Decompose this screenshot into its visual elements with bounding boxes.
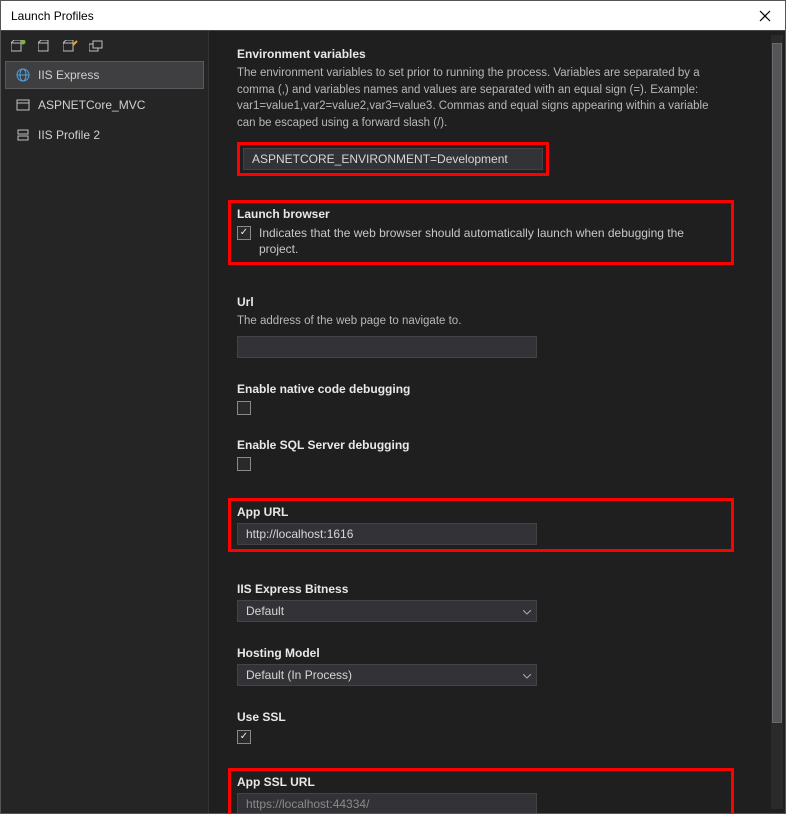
app-url-section: App URL <box>228 498 734 552</box>
profile-label: ASPNETCore_MVC <box>38 98 145 112</box>
window-title: Launch Profiles <box>11 9 94 23</box>
new-icon <box>11 40 27 52</box>
duplicate-profile-button[interactable] <box>89 39 105 53</box>
profile-label: IIS Express <box>38 68 99 82</box>
hosting-model-label: Hosting Model <box>237 646 725 660</box>
native-debug-checkbox[interactable] <box>237 401 251 415</box>
server-icon <box>16 128 30 142</box>
env-vars-label: Environment variables <box>237 47 725 61</box>
titlebar: Launch Profiles <box>1 1 785 31</box>
sql-debug-checkbox[interactable] <box>237 457 251 471</box>
rename-icon <box>63 40 79 52</box>
hosting-model-value: Default (In Process) <box>246 668 352 682</box>
close-button[interactable] <box>745 1 785 31</box>
native-debug-label: Enable native code debugging <box>237 382 725 396</box>
app-ssl-url-section: App SSL URL <box>228 768 734 813</box>
content-panel: Environment variables The environment va… <box>209 31 785 813</box>
app-url-input[interactable] <box>237 523 537 545</box>
sidebar: IIS Express ASPNETCore_MVC IIS Profile 2 <box>1 31 209 813</box>
app-url-label: App URL <box>237 505 725 519</box>
launch-profiles-dialog: Launch Profiles <box>0 0 786 814</box>
new-profile-button[interactable] <box>11 39 27 53</box>
launch-browser-desc: Indicates that the web browser should au… <box>259 225 725 259</box>
globe-icon <box>16 68 30 82</box>
launch-browser-checkbox[interactable] <box>237 226 251 240</box>
duplicate-icon <box>89 40 105 52</box>
sidebar-toolbar <box>5 35 204 61</box>
hosting-model-select[interactable]: Default (In Process) <box>237 664 537 686</box>
profile-label: IIS Profile 2 <box>38 128 100 142</box>
profile-iis-profile-2[interactable]: IIS Profile 2 <box>5 121 204 149</box>
sql-debug-label: Enable SQL Server debugging <box>237 438 725 452</box>
delete-profile-button[interactable] <box>37 39 53 53</box>
use-ssl-checkbox[interactable] <box>237 730 251 744</box>
project-icon <box>16 98 30 112</box>
iis-bitness-select[interactable]: Default <box>237 600 537 622</box>
hosting-model-section: Hosting Model Default (In Process) <box>237 646 725 686</box>
url-label: Url <box>237 295 725 309</box>
url-desc: The address of the web page to navigate … <box>237 313 725 330</box>
use-ssl-label: Use SSL <box>237 710 725 724</box>
sql-debug-section: Enable SQL Server debugging <box>237 438 725 474</box>
profile-aspnetcore-mvc[interactable]: ASPNETCore_MVC <box>5 91 204 119</box>
iis-bitness-section: IIS Express Bitness Default <box>237 582 725 622</box>
url-section: Url The address of the web page to navig… <box>237 295 725 358</box>
env-vars-input[interactable] <box>243 148 543 170</box>
profile-iis-express[interactable]: IIS Express <box>5 61 204 89</box>
launch-browser-label: Launch browser <box>237 207 725 221</box>
url-input[interactable] <box>237 336 537 358</box>
iis-bitness-value: Default <box>246 604 284 618</box>
scrollbar-thumb[interactable] <box>772 43 782 723</box>
dialog-body: IIS Express ASPNETCore_MVC IIS Profile 2 <box>1 31 785 813</box>
iis-bitness-label: IIS Express Bitness <box>237 582 725 596</box>
use-ssl-section: Use SSL <box>237 710 725 744</box>
native-debug-section: Enable native code debugging <box>237 382 725 418</box>
launch-browser-section: Launch browser Indicates that the web br… <box>228 200 734 266</box>
rename-profile-button[interactable] <box>63 39 79 53</box>
profile-list: IIS Express ASPNETCore_MVC IIS Profile 2 <box>5 61 204 149</box>
env-vars-highlight <box>237 142 549 176</box>
environment-variables-section: Environment variables The environment va… <box>237 47 725 176</box>
delete-icon <box>38 40 52 52</box>
content-scrollbar[interactable] <box>771 35 783 809</box>
env-vars-desc: The environment variables to set prior t… <box>237 65 725 132</box>
app-ssl-url-input[interactable] <box>237 793 537 813</box>
app-ssl-url-label: App SSL URL <box>237 775 725 789</box>
close-icon <box>759 10 771 22</box>
